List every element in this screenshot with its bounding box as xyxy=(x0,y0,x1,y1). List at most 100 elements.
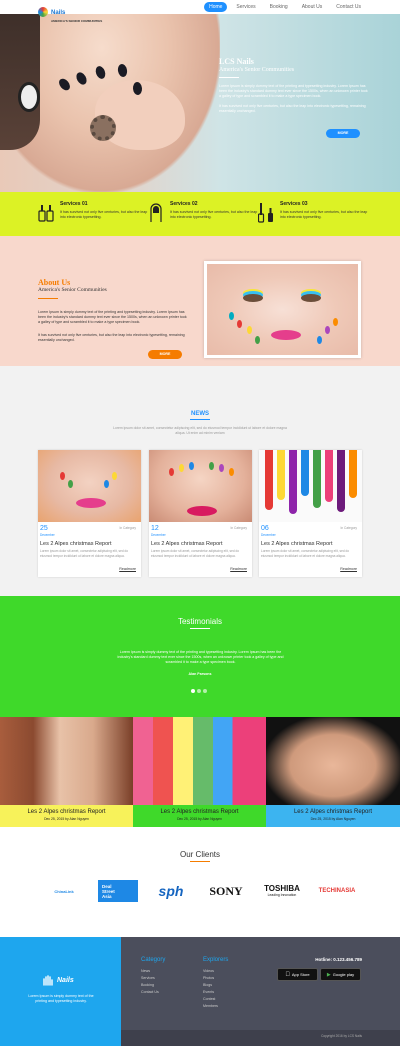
news-card-text: Lorem ipsum dolor sit amet, consectetur … xyxy=(40,549,129,558)
service-text: It has survived not only five centuries,… xyxy=(60,210,148,219)
gallery-caption: Les 2 Alpes christmas Report Dec 25, 201… xyxy=(133,805,266,827)
gallery-item[interactable]: Les 2 Alpes christmas Report Dec 25, 201… xyxy=(133,717,266,827)
about-image-lips xyxy=(271,330,301,340)
service-item[interactable]: Services 01 It has survived not only fiv… xyxy=(38,201,148,223)
service-title: Services 01 xyxy=(60,201,88,207)
site-logo[interactable]: Nails AMERICA'S SENIOR COMMUNITIES xyxy=(38,1,102,23)
news-card[interactable]: 12 December In Category Les 2 Alpes chri… xyxy=(149,450,252,577)
about-more-button[interactable]: MORE xyxy=(148,350,182,359)
hero-hair xyxy=(0,0,40,150)
gallery-item[interactable]: Les 2 Alpes christmas Report Dec 25, 201… xyxy=(0,717,133,827)
sph-logo[interactable]: sph xyxy=(152,880,190,902)
main-nav: Home Services Booking About Us Contact U… xyxy=(204,2,366,12)
about-image xyxy=(204,261,361,358)
about-title: About Us xyxy=(38,278,71,287)
readmore-link[interactable]: Readmore xyxy=(340,567,357,571)
news-card-category[interactable]: In Category xyxy=(341,526,357,530)
clients-title: Our Clients xyxy=(179,850,220,859)
about-image-eye xyxy=(301,294,321,302)
about-paragraph: Lorem Ipsum is simply dummy text of the … xyxy=(38,310,187,324)
gallery-item[interactable]: Les 2 Alpes christmas Report Dec 25, 201… xyxy=(266,717,400,827)
nav-about-us[interactable]: About Us xyxy=(297,2,328,12)
nav-services[interactable]: Services xyxy=(231,2,260,12)
hero-subtitle: America's Senior Communities xyxy=(219,67,295,73)
footer-explorers-title: Explorers xyxy=(203,957,229,963)
hero-paragraph: It has survived not only five centuries,… xyxy=(219,104,366,113)
colored-nail xyxy=(317,336,322,344)
carousel-dot[interactable] xyxy=(203,689,207,693)
site-header: Nails AMERICA'S SENIOR COMMUNITIES Home … xyxy=(0,0,400,23)
apple-icon:  xyxy=(285,972,290,978)
news-card-text: Lorem ipsum dolor sit amet, consectetur … xyxy=(261,549,350,558)
news-card-month: December xyxy=(151,533,166,537)
logo-icon xyxy=(38,7,48,17)
carousel-dot[interactable] xyxy=(191,689,195,693)
news-card-title[interactable]: Les 2 Alpes christmas Report xyxy=(261,541,333,547)
toshiba-logo[interactable]: TOSHIBA Leading Innovation xyxy=(256,880,308,902)
footer-category-title: Category xyxy=(141,957,166,963)
news-title: NEWS xyxy=(191,411,209,417)
news-card-category[interactable]: In Category xyxy=(120,526,136,530)
footer-about: Lorem Ipsum is simply dummy text of the … xyxy=(28,994,94,1003)
news-card-title[interactable]: Les 2 Alpes christmas Report xyxy=(40,541,112,547)
footer-brand-panel: Nails Lorem Ipsum is simply dummy text o… xyxy=(0,937,121,1046)
chinalink-logo[interactable]: ChinaLink xyxy=(38,880,90,902)
footer-link-contact[interactable]: Contact Us xyxy=(141,990,159,994)
readmore-link[interactable]: Readmore xyxy=(119,567,136,571)
service-title: Services 02 xyxy=(170,201,198,207)
footer-link-events[interactable]: Events xyxy=(203,990,214,994)
news-card[interactable]: 06 December In Category Les 2 Alpes chri… xyxy=(259,450,362,577)
news-card-image xyxy=(38,450,141,522)
logo-tagline: AMERICA'S SENIOR COMMUNITIES xyxy=(51,19,103,23)
hero-text: LCS Nails America's Senior Communities L… xyxy=(219,57,369,119)
gallery-date: Dec 25, 2015 by Alan Nguyen xyxy=(177,817,222,821)
news-intro: Lorem ipsum dolor sit amet, consectetur … xyxy=(113,426,287,435)
about-paragraph: It has survived not only five centuries,… xyxy=(38,333,185,342)
footer-link-contest[interactable]: Contest xyxy=(203,997,215,1001)
footer-link-services[interactable]: Services xyxy=(141,976,155,980)
google-play-button[interactable]: ▶ Google play xyxy=(320,968,361,981)
footer-copyright: Copyright 2016 by LCS Nails xyxy=(321,1034,362,1038)
app-store-button[interactable]:  App Store xyxy=(277,968,318,981)
footer-link-videos[interactable]: Videos xyxy=(203,969,214,973)
testimonials-divider xyxy=(190,628,210,629)
logo-name: Nails xyxy=(51,10,66,16)
testimonial-author: Alan Parsons xyxy=(188,672,212,676)
gallery-title[interactable]: Les 2 Alpes christmas Report xyxy=(133,809,266,815)
service-title: Services 03 xyxy=(280,201,308,207)
gallery-title[interactable]: Les 2 Alpes christmas Report xyxy=(0,809,133,815)
clients-divider xyxy=(190,861,210,862)
readmore-link[interactable]: Readmore xyxy=(230,567,247,571)
service-item[interactable]: Services 02 It has survived not only fiv… xyxy=(148,201,258,223)
gallery-title[interactable]: Les 2 Alpes christmas Report xyxy=(266,809,400,815)
news-card-category[interactable]: In Category xyxy=(231,526,247,530)
footer-hotline: Hotline: 0.123.456.789 xyxy=(315,957,362,962)
about-divider xyxy=(38,298,58,299)
carousel-dot[interactable] xyxy=(197,689,201,693)
news-card-title[interactable]: Les 2 Alpes christmas Report xyxy=(151,541,223,547)
testimonials-title: Testimonials xyxy=(177,617,222,626)
service-item[interactable]: Services 03 It has survived not only fiv… xyxy=(257,201,368,223)
hero-title: LCS Nails xyxy=(219,57,254,66)
nav-home[interactable]: Home xyxy=(204,2,228,12)
news-card[interactable]: 25 December In Category Les 2 Alpes chri… xyxy=(38,450,141,577)
nav-booking[interactable]: Booking xyxy=(265,2,293,12)
services-strip: Services 01 It has survived not only fiv… xyxy=(0,192,400,236)
hero-divider xyxy=(219,77,239,78)
footer-link-members[interactable]: Members xyxy=(203,1004,218,1008)
sony-logo[interactable]: SONY xyxy=(200,880,252,902)
nav-contact-us[interactable]: Contact Us xyxy=(331,2,366,12)
gallery-date: Dec 25, 2015 by Alan Nguyen xyxy=(44,817,89,821)
colored-nail xyxy=(237,320,242,328)
news-card-month: December xyxy=(40,533,55,537)
techinasia-logo[interactable]: TECHINASIA xyxy=(312,880,362,902)
hero-more-button[interactable]: MORE xyxy=(326,129,360,138)
hero-paragraph: Lorem Ipsum is simply dummy text of the … xyxy=(219,84,368,98)
footer-link-blogs[interactable]: Blogs xyxy=(203,983,212,987)
footer-link-photos[interactable]: Photos xyxy=(203,976,214,980)
about-image-eye xyxy=(243,294,263,302)
deal-street-asia-logo[interactable]: Deal Street Asia xyxy=(98,880,138,902)
footer-logo[interactable]: Nails xyxy=(42,974,74,986)
footer-link-news[interactable]: News xyxy=(141,969,150,973)
footer-link-booking[interactable]: Booking xyxy=(141,983,154,987)
